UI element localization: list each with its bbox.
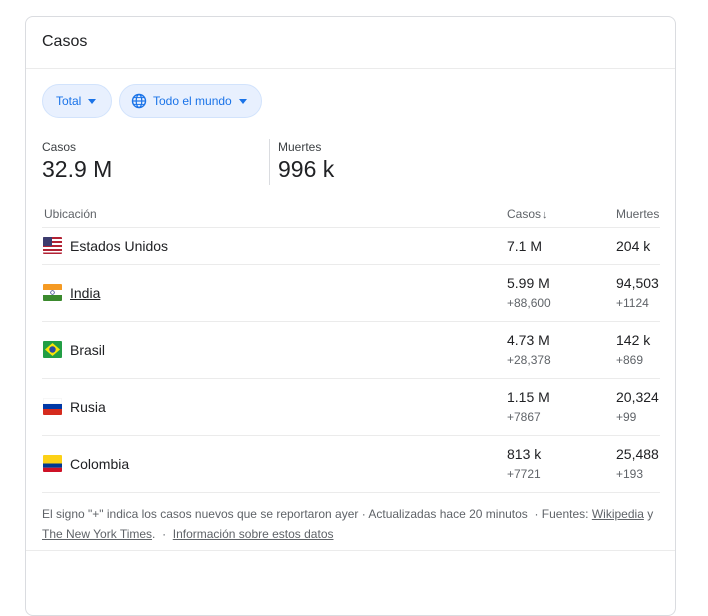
wikipedia-link[interactable]: Wikipedia <box>592 507 644 521</box>
stat-divider <box>269 139 270 185</box>
table-row[interactable]: Rusia 1.15 M +7867 20,324 +99 <box>42 379 660 435</box>
divider <box>26 550 675 551</box>
covid-cases-card: Casos Total Todo el mundo Casos 32.9 M M… <box>25 16 676 616</box>
table-row[interactable]: India 5.99 M +88,600 94,503 +1124 <box>42 265 660 321</box>
country-cases: 4.73 M <box>507 332 550 348</box>
total-deaths-value: 996 k <box>278 156 335 182</box>
country-cases-delta: +7721 <box>507 467 541 481</box>
country-cases-delta: +28,378 <box>507 353 551 367</box>
country-deaths: 20,324 <box>616 389 659 405</box>
country-name-link[interactable]: India <box>70 285 100 301</box>
country-deaths-delta: +99 <box>616 410 637 424</box>
separator-text: · <box>162 527 167 541</box>
table-row[interactable]: Brasil 4.73 M +28,378 142 k +869 <box>42 322 660 378</box>
table-row[interactable]: Estados Unidos 7.1 M 204 k <box>42 228 660 265</box>
region-filter-button[interactable]: Todo el mundo <box>119 84 262 118</box>
table-row[interactable]: Colombia 813 k +7721 25,488 +193 <box>42 436 660 492</box>
total-deaths-label: Muertes <box>278 140 322 154</box>
country-cases: 1.15 M <box>507 389 550 405</box>
india-flag-icon <box>43 284 62 301</box>
country-deaths-delta: +869 <box>616 353 644 367</box>
cases-header-label: Casos <box>507 207 542 221</box>
country-deaths: 142 k <box>616 332 651 348</box>
cases-column-header[interactable]: Casos↓ <box>507 207 548 221</box>
card-header: Casos <box>26 17 675 69</box>
footer-text: El signo "+" indica los casos nuevos que… <box>42 507 528 521</box>
total-cases-label: Casos <box>42 140 77 154</box>
country-deaths-delta: +193 <box>616 467 644 481</box>
country-deaths: 25,488 <box>616 446 659 462</box>
country-name: Colombia <box>70 456 130 472</box>
card-title: Casos <box>42 33 88 50</box>
dropdown-caret-icon <box>238 98 247 104</box>
sources-label: · Fuentes: <box>534 507 589 521</box>
brazil-flag-icon <box>43 341 62 358</box>
country-cases: 5.99 M <box>507 275 550 291</box>
country-cases: 7.1 M <box>507 238 543 254</box>
sort-down-arrow-icon: ↓ <box>542 209 548 221</box>
deaths-column-header[interactable]: Muertes <box>616 207 659 221</box>
total-cases-stat: Casos 32.9 M <box>42 140 112 183</box>
dropdown-caret-icon <box>88 98 97 104</box>
colombia-flag-icon <box>43 455 62 472</box>
divider <box>42 492 660 493</box>
total-deaths-stat: Muertes 996 k <box>278 140 334 183</box>
us-flag-icon <box>43 237 62 254</box>
country-deaths-delta: +1124 <box>616 296 649 310</box>
country-name: Brasil <box>70 342 106 358</box>
country-cases-delta: +88,600 <box>507 296 551 310</box>
globe-icon <box>131 93 147 109</box>
country-deaths: 204 k <box>616 238 651 254</box>
region-filter-label: Todo el mundo <box>153 94 232 108</box>
nyt-link[interactable]: The New York Times <box>42 527 152 541</box>
total-cases-value: 32.9 M <box>42 156 113 182</box>
country-cases-delta: +7867 <box>507 410 541 424</box>
total-filter-label: Total <box>56 94 82 108</box>
conjunction-text: y <box>647 507 654 521</box>
country-name: Estados Unidos <box>70 238 169 254</box>
footer-note: El signo "+" indica los casos nuevos que… <box>42 504 662 544</box>
country-name: Rusia <box>70 399 106 415</box>
total-filter-button[interactable]: Total <box>42 84 112 118</box>
russia-flag-icon <box>43 398 62 415</box>
country-deaths: 94,503 <box>616 275 659 291</box>
data-info-link[interactable]: Información sobre estos datos <box>173 527 334 541</box>
location-column-header: Ubicación <box>44 207 97 221</box>
country-cases: 813 k <box>507 446 542 462</box>
period-text: . <box>152 527 156 541</box>
